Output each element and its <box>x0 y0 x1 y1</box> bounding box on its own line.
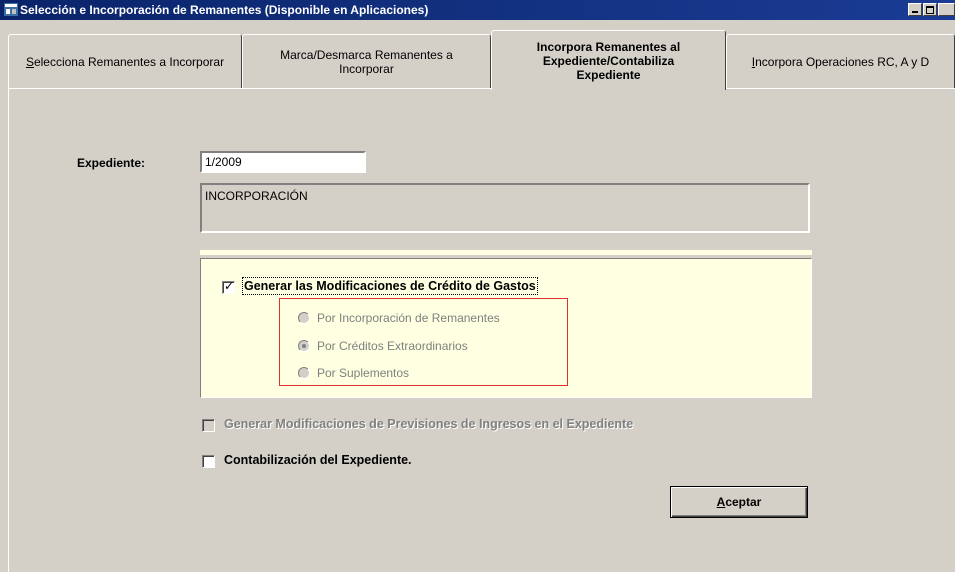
contabilizacion-checkbox[interactable] <box>202 455 215 468</box>
expediente-label: Expediente: <box>77 156 146 170</box>
contabilizacion-label[interactable]: Contabilización del Expediente. <box>224 453 412 467</box>
tab-incorpora-remanentes[interactable]: Incorpora Remanentes al Expediente/Conta… <box>491 30 726 90</box>
accept-button[interactable]: Aceptar <box>670 486 808 518</box>
radio-creditos-extraordinarios[interactable] <box>298 340 310 352</box>
generar-gastos-checkbox[interactable]: ✓ <box>222 279 235 294</box>
maximize-button[interactable] <box>923 3 937 16</box>
tab-selecciona-remanentes[interactable]: Selecciona Remanentes a Incorporar <box>8 34 242 88</box>
title-bar[interactable]: Selección e Incorporación de Remanentes … <box>0 0 955 20</box>
radio-suplementos[interactable] <box>298 367 310 379</box>
tab-incorpora-operaciones[interactable]: Incorpora Operaciones RC, A y D <box>726 34 955 88</box>
expediente-description: INCORPORACIÓN <box>200 183 810 233</box>
check-mark-icon: ✓ <box>224 279 235 293</box>
generar-gastos-label[interactable]: Generar las Modificaciones de Crédito de… <box>242 277 538 295</box>
radio-suplementos-label[interactable]: Por Suplementos <box>317 366 409 380</box>
radio-incorporacion-remanentes[interactable] <box>298 312 310 324</box>
tab-marca-desmarca[interactable]: Marca/Desmarca Remanentes a Incorporar <box>242 34 491 88</box>
panel-top-strip <box>200 250 812 255</box>
generar-ingresos-checkbox[interactable] <box>202 419 215 432</box>
generar-ingresos-label: Generar Modificaciones de Previsiones de… <box>224 417 634 431</box>
close-button[interactable] <box>938 3 955 16</box>
minimize-button[interactable] <box>908 3 922 16</box>
app-icon <box>4 3 18 16</box>
radio-creditos-label[interactable]: Por Créditos Extraordinarios <box>317 339 468 353</box>
radio-incorporacion-label[interactable]: Por Incorporación de Remanentes <box>317 311 500 325</box>
expediente-input[interactable]: 1/2009 <box>200 151 366 173</box>
window-title: Selección e Incorporación de Remanentes … <box>20 3 429 17</box>
